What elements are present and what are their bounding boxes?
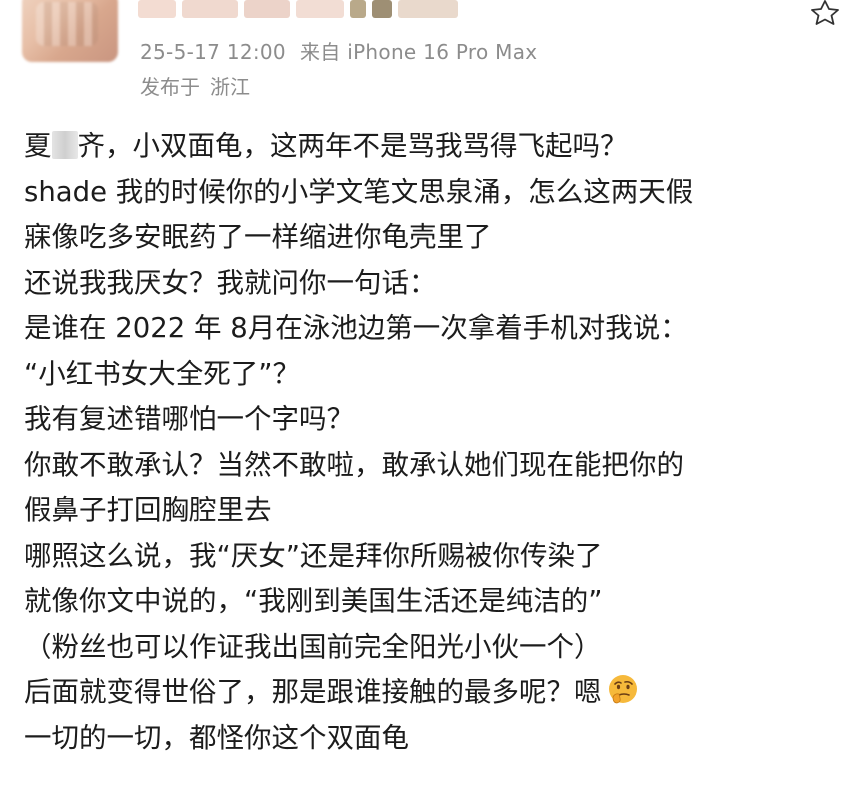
content-line: “小红书女大全死了”？	[24, 357, 300, 390]
content-line: 夏齐，小双面龟，这两年不是骂我骂得飞起吗？	[24, 130, 628, 162]
post-content: 夏齐，小双面龟，这两年不是骂我骂得飞起吗？ shade 我的时候你的小学文笔文思…	[24, 124, 844, 761]
content-line: 就像你文中说的，“我刚到美国生活还是纯洁的”	[24, 585, 603, 617]
username-blurred[interactable]	[138, 0, 458, 18]
star-outline-icon[interactable]	[808, 0, 842, 26]
device-source: 来自 iPhone 16 Pro Max	[299, 40, 538, 64]
content-line: （粉丝也可以作证我出国前完全阳光小伙一个）	[24, 630, 602, 663]
post-meta: 25-5-17 12:00 来自 iPhone 16 Pro Max	[140, 36, 537, 65]
content-line: 寐像吃多安眠药了一样缩进你龟壳里了	[24, 221, 492, 253]
avatar[interactable]	[22, 0, 118, 62]
content-line: 一切的一切，都怪你这个双面龟	[24, 721, 409, 754]
content-line: 你敢不敢承认？当然不敢啦，敢承认她们现在能把你的	[24, 448, 684, 481]
timestamp: 25-5-17 12:00	[140, 40, 286, 64]
content-line: 后面就变得世俗了，那是跟谁接触的最多呢？嗯	[24, 670, 844, 716]
post-header: 25-5-17 12:00 来自 iPhone 16 Pro Max 发布于 浙江	[0, 0, 856, 110]
content-line: 假鼻子打回胸腔里去	[24, 494, 272, 526]
content-line: 哪照这么说，我“厌女”还是拜你所赐被你传染了	[24, 539, 603, 572]
content-line: shade 我的时候你的小学文笔文思泉涌，怎么这两天假	[24, 175, 694, 208]
location-value: 浙江	[210, 75, 250, 99]
content-line: 还说我我厌女？我就问你一句话：	[24, 266, 437, 299]
content-line: 是谁在 2022 年 8月在泳池边第一次拿着手机对我说：	[24, 312, 688, 344]
content-line: 我有复述错哪怕一个字吗？	[24, 403, 354, 435]
censored-mosaic	[51, 131, 78, 159]
thinking-face-emoji-icon	[608, 675, 637, 704]
post-location: 发布于 浙江	[140, 71, 250, 100]
location-prefix: 发布于	[140, 75, 200, 99]
